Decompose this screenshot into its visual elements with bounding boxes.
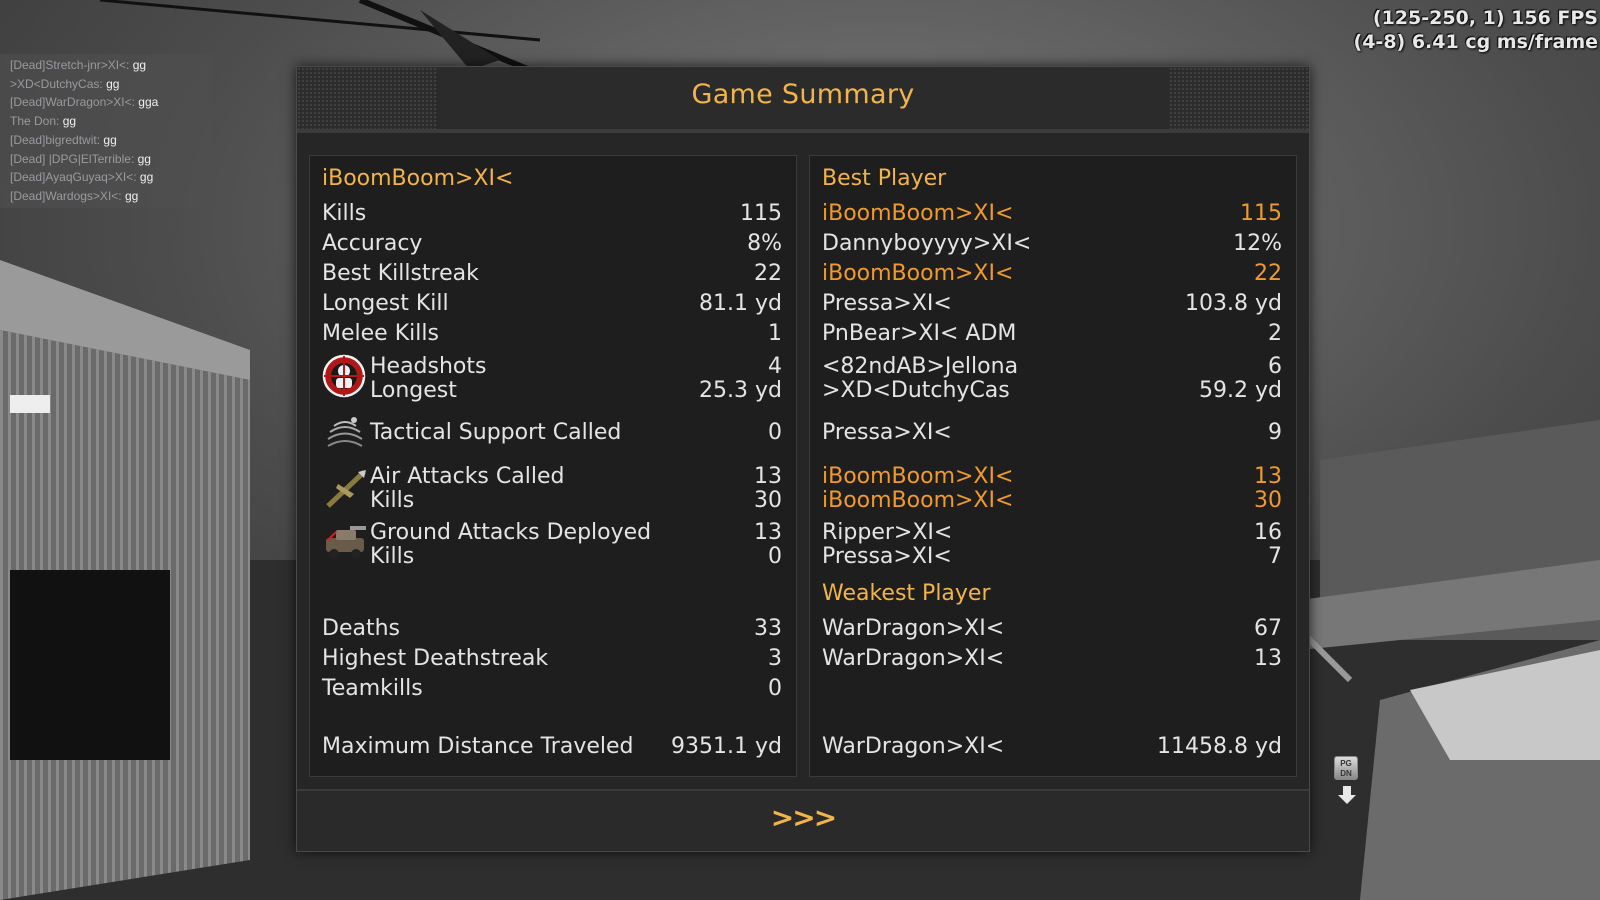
weakest-row-deaths: WarDragon>XI< 67: [822, 616, 1282, 641]
stat-row-headshot-longest: Longest 25.3 yd: [370, 378, 782, 403]
fps-readout: (125-250, 1) 156 FPS: [1372, 7, 1598, 29]
stat-row-melee-kills: Melee Kills 1: [322, 321, 782, 346]
best-player-header-row: Best Player: [822, 166, 1282, 194]
stat-row-longest-kill: Longest Kill 81.1 yd: [322, 291, 782, 316]
personal-stats-panel: iBoomBoom>XI< Kills 115 Accuracy 8% Best…: [309, 155, 797, 777]
stat-row-ground-kills: Kills 0: [370, 544, 782, 569]
chat-line: [Dead] |DPG|ElTerrible: gg: [10, 151, 151, 166]
chat-line: [Dead]Wardogs>XI<: gg: [10, 188, 139, 203]
best-row-ground-kills: Pressa>XI< 7: [822, 544, 1282, 569]
chat-line: >XD<DutchyCas: gg: [10, 76, 120, 91]
chat-line: [Dead]bigredtwit: gg: [10, 132, 117, 147]
best-row-kills: iBoomBoom>XI< 115: [822, 201, 1282, 226]
stat-row-accuracy: Accuracy 8%: [322, 231, 782, 256]
stat-row-kills: Kills 115: [322, 201, 782, 226]
stat-row-deathstreak: Highest Deathstreak 3: [322, 646, 782, 671]
weakest-player-header: Weakest Player: [822, 581, 991, 606]
player-name: iBoomBoom>XI<: [322, 166, 514, 191]
stat-row-teamkills: Teamkills 0: [322, 676, 782, 701]
player-name-row: iBoomBoom>XI<: [322, 166, 782, 194]
best-row-distance: WarDragon>XI< 11458.8 yd: [822, 734, 1282, 759]
best-players-panel: Best Player iBoomBoom>XI< 115 Dannyboyyy…: [809, 155, 1297, 777]
stat-row-deaths: Deaths 33: [322, 616, 782, 641]
best-row-tactical: Pressa>XI< 9: [822, 420, 1282, 445]
best-row-longest-kill: Pressa>XI< 103.8 yd: [822, 291, 1282, 316]
best-row-accuracy: Dannyboyyyy>XI< 12%: [822, 231, 1282, 256]
chat-line: The Don: gg: [10, 114, 77, 129]
best-player-header: Best Player: [822, 166, 947, 191]
page-down-key: PG DN: [1334, 756, 1358, 780]
frametime-readout: (4-8) 6.41 cg ms/frame: [1353, 31, 1598, 53]
next-button[interactable]: >>>: [771, 801, 837, 834]
stat-row-tactical-support: Tactical Support Called 0: [370, 420, 782, 445]
dialog-title: Game Summary: [691, 79, 915, 110]
chat-line: [Dead]WarDragon>XI<: gga: [10, 95, 159, 110]
best-row-killstreak: iBoomBoom>XI< 22: [822, 261, 1282, 286]
best-row-air-kills: iBoomBoom>XI< 30: [822, 488, 1282, 513]
chat-line: [Dead]Stretch-jnr>XI<: gg: [10, 58, 147, 72]
dialog-footer: >>>: [297, 789, 1309, 851]
game-summary-dialog: Game Summary iBoomBoom>XI< Kills 115 Acc…: [296, 66, 1310, 852]
stat-row-distance: Maximum Distance Traveled 9351.1 yd: [322, 734, 782, 759]
chat-line: [Dead]AyaqGuyaq>XI<: gg: [10, 170, 154, 185]
dialog-header: Game Summary: [297, 67, 1309, 133]
best-row-headshot-longest: >XD<DutchyCas 59.2 yd: [822, 378, 1282, 403]
down-arrow-icon: [1338, 786, 1356, 804]
weakest-row-deathstreak: WarDragon>XI< 13: [822, 646, 1282, 671]
page-down-hint: PG DN: [1334, 756, 1358, 810]
chat-feed: [Dead]Stretch-jnr>XI<: gg >XD<DutchyCas:…: [0, 54, 212, 208]
stat-row-air-kills: Kills 30: [370, 488, 782, 513]
performance-readout: (125-250, 1) 156 FPS (4-8) 6.41 cg ms/fr…: [1354, 6, 1600, 54]
stat-row-best-killstreak: Best Killstreak 22: [322, 261, 782, 286]
best-row-melee: PnBear>XI< ADM 2: [822, 321, 1282, 346]
weakest-player-header-row: Weakest Player: [822, 581, 1282, 609]
